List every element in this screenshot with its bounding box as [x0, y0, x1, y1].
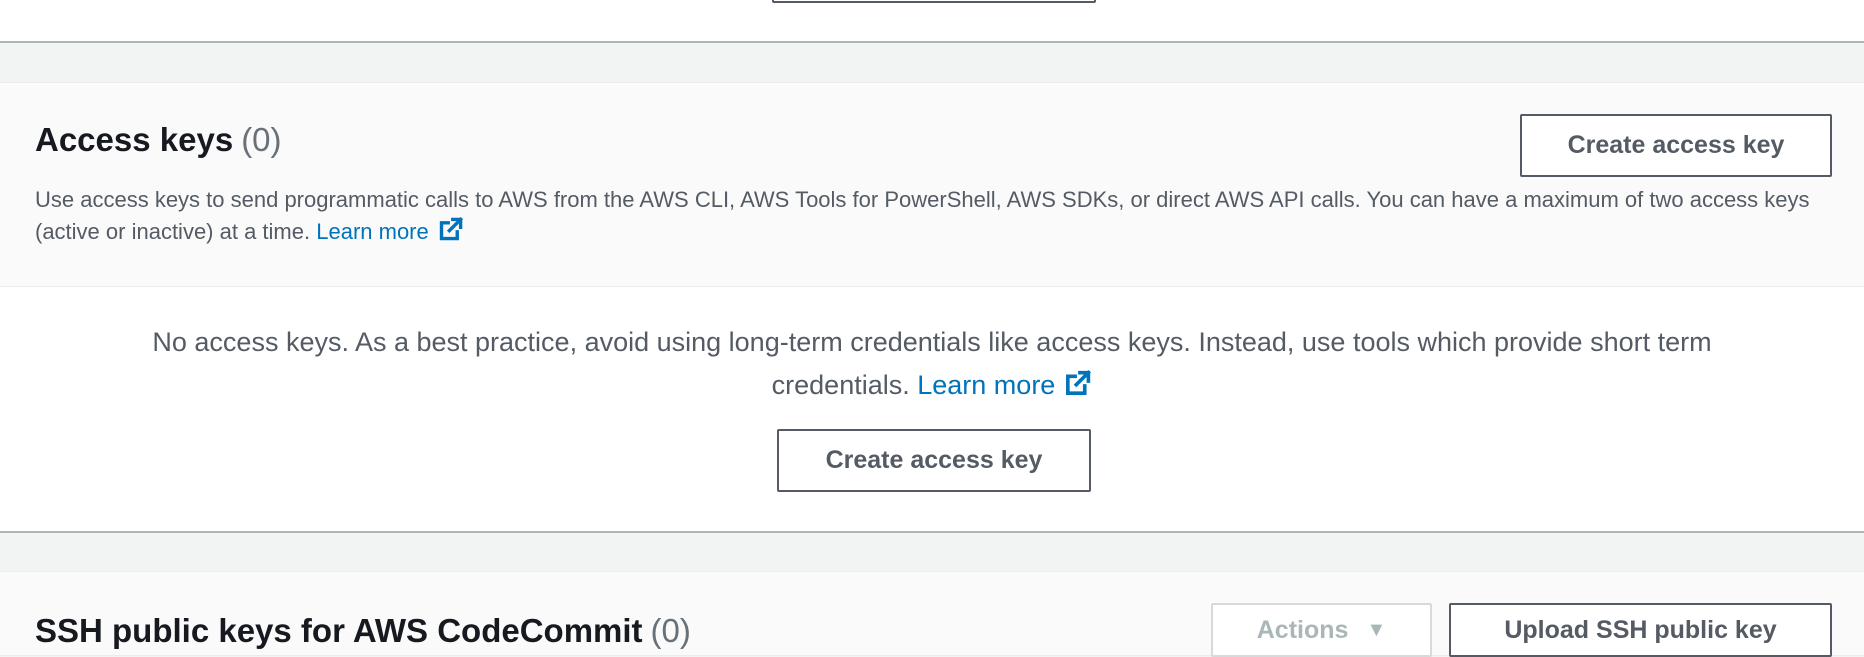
empty-learn-more-label: Learn more — [917, 370, 1056, 400]
learn-more-label: Learn more — [316, 219, 429, 244]
access-keys-learn-more-link[interactable]: Learn more — [316, 216, 464, 244]
create-access-key-header-button[interactable]: Create access key — [1520, 114, 1832, 177]
upload-ssh-public-key-button[interactable]: Upload SSH public key — [1449, 603, 1832, 657]
ssh-keys-count: (0) — [650, 612, 691, 649]
caret-down-icon: ▼ — [1366, 618, 1387, 641]
ssh-keys-title: SSH public keys for AWS CodeCommit (0) — [35, 612, 691, 650]
access-keys-title-text: Access keys — [35, 121, 234, 158]
access-keys-count: (0) — [241, 121, 282, 158]
previous-panel-footer — [0, 0, 1864, 43]
external-link-icon — [439, 216, 463, 241]
empty-state-message: No access keys. As a best practice, avoi… — [100, 321, 1764, 407]
previous-panel-button[interactable] — [772, 0, 1096, 3]
access-keys-description: Use access keys to send programmatic cal… — [35, 184, 1815, 248]
access-keys-empty-state: No access keys. As a best practice, avoi… — [0, 287, 1864, 533]
access-keys-header: Access keys (0) Create access key Use acc… — [0, 82, 1864, 287]
empty-state-learn-more-link[interactable]: Learn more — [917, 370, 1092, 400]
ssh-keys-panel: SSH public keys for AWS CodeCommit (0) Ac… — [0, 571, 1864, 657]
panel-gap — [0, 43, 1864, 82]
access-keys-description-text: Use access keys to send programmatic cal… — [35, 187, 1810, 244]
panel-gap — [0, 533, 1864, 571]
external-link-icon — [1066, 370, 1092, 395]
actions-label: Actions — [1256, 615, 1349, 644]
ssh-keys-header: SSH public keys for AWS CodeCommit (0) Ac… — [0, 571, 1864, 657]
access-keys-title: Access keys (0) — [35, 121, 282, 159]
ssh-keys-title-text: SSH public keys for AWS CodeCommit — [35, 612, 643, 649]
create-access-key-empty-button[interactable]: Create access key — [777, 429, 1091, 492]
actions-dropdown-button[interactable]: Actions ▼ — [1211, 603, 1432, 657]
